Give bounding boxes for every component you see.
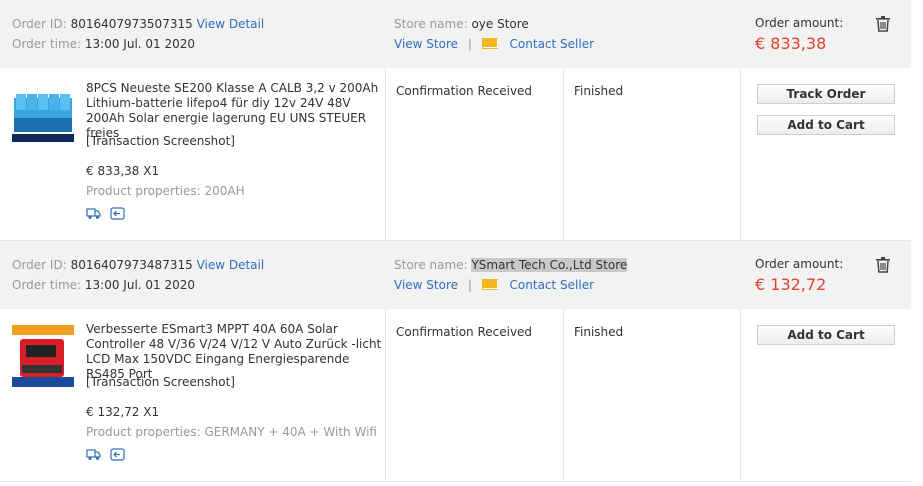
- track-order-button[interactable]: Track Order: [757, 84, 895, 104]
- divider: [385, 309, 386, 481]
- product-thumbnail[interactable]: [12, 325, 74, 387]
- separator: |: [467, 37, 472, 51]
- store-name-label: Store name:: [394, 17, 468, 31]
- order-id: 8016407973487315: [70, 258, 193, 272]
- divider: [740, 309, 741, 481]
- store-name: YSmart Tech Co.,Ltd Store: [471, 258, 628, 272]
- product-thumbnail[interactable]: [12, 84, 74, 146]
- order-id: 8016407973507315: [70, 17, 193, 31]
- order-id-label: Order ID:: [12, 17, 67, 31]
- divider: [740, 68, 741, 240]
- order-state: Finished: [574, 325, 624, 339]
- order-header: Order ID: 8016407973507315 View Detail O…: [0, 0, 911, 68]
- order-amount-label: Order amount:: [755, 257, 844, 271]
- divider: [563, 68, 564, 240]
- order-card: Order ID: 8016407973507315 View Detail O…: [0, 0, 911, 241]
- order-state: Finished: [574, 84, 624, 98]
- order-time-label: Order time:: [12, 37, 82, 51]
- price-quantity: € 132,72 X1: [86, 405, 160, 419]
- store-name: oye Store: [471, 17, 529, 31]
- trash-icon[interactable]: [876, 16, 890, 32]
- product-properties: Product properties: GERMANY + 40A + With…: [86, 425, 377, 439]
- mail-icon: [481, 279, 498, 290]
- product-title-link[interactable]: Verbesserte ESmart3 MPPT 40A 60A Solar C…: [86, 322, 384, 382]
- return-icon[interactable]: [110, 448, 125, 461]
- contact-seller-link[interactable]: Contact Seller: [510, 278, 595, 292]
- order-time-label: Order time:: [12, 278, 82, 292]
- order-time: 13:00 Jul. 01 2020: [84, 278, 196, 292]
- contact-seller-link[interactable]: Contact Seller: [510, 37, 595, 51]
- order-status: Confirmation Received: [396, 325, 533, 339]
- separator: |: [467, 278, 472, 292]
- trash-icon[interactable]: [876, 257, 890, 273]
- transaction-screenshot-link[interactable]: [Transaction Screenshot]: [86, 375, 235, 389]
- transaction-screenshot-link[interactable]: [Transaction Screenshot]: [86, 134, 235, 148]
- divider: [385, 68, 386, 240]
- return-icon[interactable]: [110, 207, 125, 220]
- view-store-link[interactable]: View Store: [394, 37, 458, 51]
- add-to-cart-button[interactable]: Add to Cart: [757, 325, 895, 345]
- product-title-link[interactable]: 8PCS Neueste SE200 Klasse A CALB 3,2 v 2…: [86, 81, 384, 141]
- view-detail-link[interactable]: View Detail: [197, 258, 265, 272]
- order-card: Order ID: 8016407973487315 View Detail O…: [0, 241, 911, 482]
- order-amount: € 833,38: [755, 34, 827, 53]
- store-name-label: Store name:: [394, 258, 468, 272]
- divider: [563, 309, 564, 481]
- order-amount-label: Order amount:: [755, 16, 844, 30]
- order-time: 13:00 Jul. 01 2020: [84, 37, 196, 51]
- order-body: 8PCS Neueste SE200 Klasse A CALB 3,2 v 2…: [0, 68, 911, 241]
- order-status: Confirmation Received: [396, 84, 533, 98]
- view-detail-link[interactable]: View Detail: [197, 17, 265, 31]
- mail-icon: [481, 38, 498, 49]
- view-store-link[interactable]: View Store: [394, 278, 458, 292]
- shipping-icon[interactable]: [86, 207, 101, 220]
- order-amount: € 132,72: [755, 275, 827, 294]
- product-properties: Product properties: 200AH: [86, 184, 245, 198]
- order-id-label: Order ID:: [12, 258, 67, 272]
- order-body: Verbesserte ESmart3 MPPT 40A 60A Solar C…: [0, 309, 911, 482]
- add-to-cart-button[interactable]: Add to Cart: [757, 115, 895, 135]
- order-header: Order ID: 8016407973487315 View Detail O…: [0, 241, 911, 309]
- price-quantity: € 833,38 X1: [86, 164, 160, 178]
- shipping-icon[interactable]: [86, 448, 101, 461]
